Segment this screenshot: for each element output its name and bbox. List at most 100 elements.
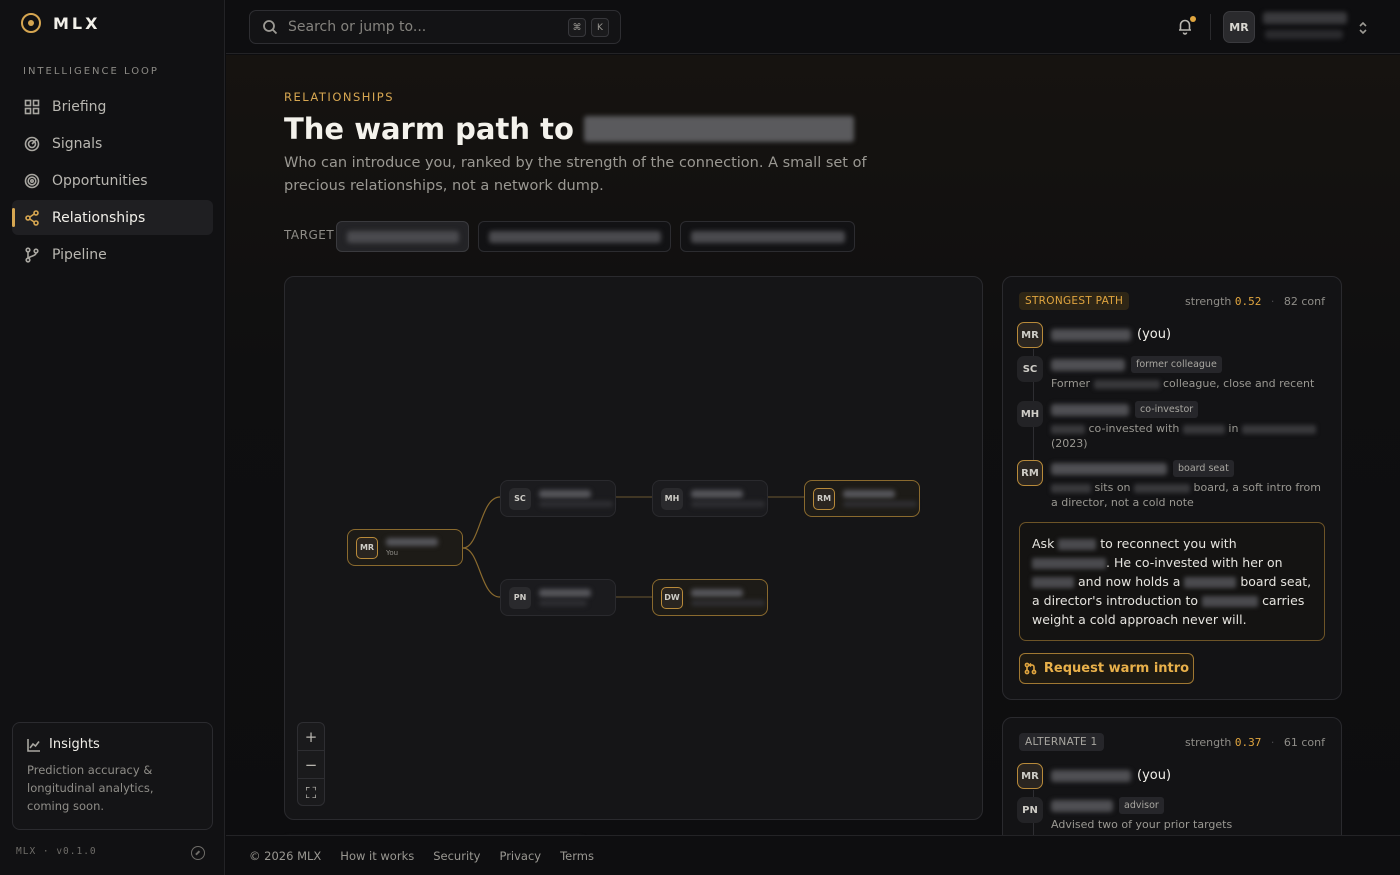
footer-link-privacy[interactable]: Privacy: [499, 849, 541, 863]
page-subtitle: Who can introduce you, ranked by the str…: [284, 155, 867, 194]
target-chip-2[interactable]: [478, 221, 671, 252]
graph-node-dw[interactable]: DW: [652, 579, 768, 616]
request-warm-intro-button[interactable]: Request warm intro: [1019, 653, 1194, 684]
compass-icon[interactable]: [191, 846, 205, 860]
footer-link-how-it-works[interactable]: How it works: [340, 849, 414, 863]
company-redacted: [1134, 483, 1191, 493]
person-name-redacted: [1051, 462, 1167, 475]
person-redacted: [1051, 483, 1091, 493]
edge-mr-pn: [462, 547, 501, 598]
note-text: to reconnect you with: [1100, 536, 1237, 551]
notification-dot: [1190, 16, 1196, 22]
strength-value: 0.37: [1234, 735, 1262, 749]
path-step-sc: SC former colleague Former colleague, cl…: [1017, 356, 1331, 391]
graph-node-mh[interactable]: MH: [652, 480, 768, 517]
brand-logo[interactable]: MLX: [21, 13, 100, 33]
confidence-value: 82 conf: [1283, 294, 1325, 308]
step-desc: co-invested with: [1088, 422, 1180, 435]
topbar-divider: [1210, 14, 1211, 40]
path-metrics: strength 0.52 · 82 conf: [1185, 295, 1325, 308]
target-chip-1[interactable]: [336, 221, 469, 252]
graph-node-sc[interactable]: SC: [500, 480, 616, 517]
sidebar-item-briefing[interactable]: Briefing: [12, 89, 213, 124]
target-chip-3[interactable]: [680, 221, 855, 252]
search-icon: [263, 20, 278, 35]
account-switcher-chevron-icon[interactable]: [1357, 20, 1369, 35]
sidebar-item-relationships[interactable]: Relationships: [12, 200, 213, 235]
you-suffix: (you): [1137, 327, 1172, 342]
zoom-out-button[interactable]: −: [298, 751, 324, 779]
search-input[interactable]: Search or jump to... ⌘ K: [249, 10, 621, 44]
confidence-value: 61 conf: [1283, 735, 1325, 749]
brand-name: MLX: [53, 13, 101, 33]
fit-view-button[interactable]: ⛶: [298, 779, 324, 807]
radar-icon: [24, 136, 40, 151]
step-desc: in: [1228, 422, 1239, 435]
alternate-path-pill: ALTERNATE 1: [1019, 733, 1104, 751]
step-desc: Former: [1051, 377, 1090, 390]
node-name-redacted: [539, 589, 591, 597]
graph-node-rm[interactable]: RM: [804, 480, 920, 517]
node-title-redacted: [691, 501, 765, 507]
sidebar-item-opportunities[interactable]: Opportunities: [12, 163, 213, 198]
notifications-button[interactable]: [1176, 16, 1196, 35]
person-name-redacted: [1051, 799, 1113, 812]
path-step-mh: MH co-investor co-invested with in (2023…: [1017, 401, 1331, 451]
note-text: Ask: [1032, 536, 1055, 551]
cta-label: Request warm intro: [1043, 661, 1190, 676]
alternate-path-card: ALTERNATE 1 strength 0.37 · 61 conf MR (…: [1002, 717, 1342, 835]
person-name-redacted: [1051, 358, 1125, 371]
person-redacted: [1058, 539, 1097, 550]
step-avatar: PN: [1017, 797, 1043, 823]
step-avatar: RM: [1017, 460, 1043, 486]
strength-label: strength: [1185, 294, 1232, 308]
relationship-graph[interactable]: MR You SC MH RM PN DW + − ⛶: [284, 276, 983, 820]
edge-mr-sc: [462, 496, 501, 549]
meta-separator: ·: [1270, 735, 1275, 749]
node-name-redacted: [539, 490, 591, 498]
relationship-tag: advisor: [1119, 797, 1164, 814]
person-redacted: [1051, 424, 1085, 434]
you-suffix: (you): [1137, 768, 1172, 783]
strongest-path-pill: STRONGEST PATH: [1019, 292, 1130, 310]
company-redacted: [1202, 596, 1259, 607]
page-title-text: The warm path to: [284, 112, 574, 146]
node-title-redacted: [691, 600, 765, 606]
graph-zoom-controls: + − ⛶: [297, 722, 325, 806]
graph-node-you[interactable]: MR You: [347, 529, 463, 566]
node-title-redacted: [539, 501, 613, 507]
branch-icon: [25, 246, 39, 263]
sidebar-item-pipeline[interactable]: Pipeline: [12, 237, 213, 272]
relationship-tag: co-investor: [1135, 401, 1199, 418]
target-company-redacted: [583, 116, 854, 142]
user-org-redacted: [1265, 30, 1343, 39]
sidebar: MLX INTELLIGENCE LOOP Briefing Signals O…: [0, 0, 225, 875]
intro-rationale-note: Ask to reconnect you with . He co-invest…: [1019, 522, 1325, 641]
user-name-redacted[interactable]: [1263, 12, 1347, 24]
path-step-you: MR (you): [1017, 322, 1331, 348]
topbar: Search or jump to... ⌘ K MR: [226, 0, 1400, 54]
note-text: and now holds a: [1077, 574, 1181, 589]
step-desc: sits on: [1094, 481, 1131, 494]
sidebar-item-label: Signals: [52, 135, 103, 152]
step-avatar: MR: [1017, 763, 1043, 789]
zoom-in-button[interactable]: +: [298, 723, 324, 751]
insights-title: Insights: [49, 737, 100, 752]
footer-link-security[interactable]: Security: [433, 849, 480, 863]
line-chart-icon: [27, 738, 40, 752]
company-redacted: [1093, 379, 1160, 389]
node-title-redacted: [539, 600, 587, 606]
page-title: The warm path to: [284, 112, 854, 146]
search-placeholder: Search or jump to...: [288, 19, 427, 35]
insights-card[interactable]: Insights Prediction accuracy & longitudi…: [12, 722, 213, 830]
node-initials: MH: [661, 487, 683, 510]
user-avatar[interactable]: MR: [1223, 11, 1255, 43]
step-desc: (2023): [1051, 437, 1088, 450]
graph-node-pn[interactable]: PN: [500, 579, 616, 616]
sidebar-item-signals[interactable]: Signals: [12, 126, 213, 161]
person-redacted: [1182, 424, 1225, 434]
node-title-redacted: [843, 501, 917, 507]
footer-link-terms[interactable]: Terms: [560, 849, 594, 863]
strength-value: 0.52: [1234, 294, 1262, 308]
strongest-path-card: STRONGEST PATH strength 0.52 · 82 conf M…: [1002, 276, 1342, 700]
